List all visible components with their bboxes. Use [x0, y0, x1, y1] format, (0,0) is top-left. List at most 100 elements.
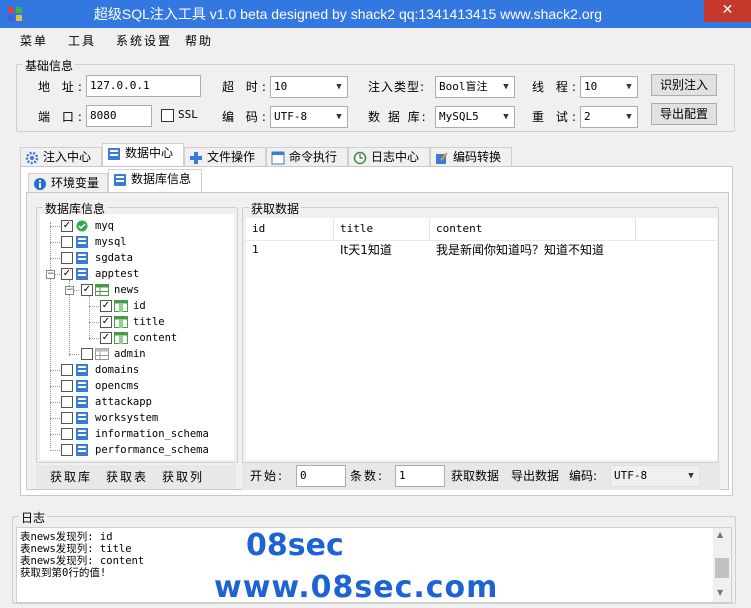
fetch-toolbar: 开始: 0 条数: 1 获取数据 导出数据 编码: UTF-8 ▼ [242, 463, 720, 490]
address-label: 地 址: [38, 80, 86, 94]
address-input[interactable]: 127.0.0.1 [86, 75, 201, 97]
tree-checkbox[interactable] [61, 412, 73, 424]
scrollbar-thumb[interactable] [715, 558, 729, 578]
tab-injection-center[interactable]: 注入中心 [20, 147, 102, 168]
column-icon [114, 332, 128, 344]
tree-node-label[interactable]: apptest [95, 266, 139, 282]
database-icon [76, 412, 88, 424]
tree-node-label[interactable]: news [114, 282, 139, 298]
tree-node-label[interactable]: domains [95, 362, 139, 378]
tree-checkbox[interactable] [61, 252, 73, 264]
database-select[interactable]: MySQL5 ▼ [435, 106, 515, 128]
data-grid[interactable]: id title content 1 It天1知道 我是新闻你知道吗？知道不知道 [246, 218, 717, 460]
chevron-down-icon[interactable]: ▼ [717, 588, 723, 597]
count-input[interactable]: 1 [395, 465, 445, 487]
gear-icon [25, 151, 39, 165]
chevron-up-icon[interactable]: ▲ [717, 530, 723, 539]
timeout-select[interactable]: 10 ▼ [270, 76, 348, 98]
tab-label: 编码转换 [453, 150, 502, 164]
tree-checkbox[interactable] [81, 348, 93, 360]
tree-checkbox[interactable]: ✓ [100, 332, 112, 344]
tree-node-label[interactable]: opencms [95, 378, 139, 394]
tree-node-label[interactable]: admin [114, 346, 146, 362]
tree-checkbox-myq[interactable]: ✓ [61, 220, 73, 232]
tree-node-label[interactable]: worksystem [95, 410, 158, 426]
identify-injection-button[interactable]: 识别注入 [651, 74, 717, 96]
database-icon [76, 236, 88, 248]
menu-item-tools[interactable]: 工具 [68, 32, 96, 50]
export-config-button[interactable]: 导出配置 [651, 103, 717, 125]
start-input[interactable]: 0 [296, 465, 346, 487]
inject-type-label: 注入类型: [368, 80, 426, 94]
column-header-title[interactable]: title [334, 218, 430, 240]
port-input[interactable]: 8080 [86, 105, 152, 127]
collapse-icon[interactable]: − [46, 270, 55, 279]
tree-node-label[interactable]: content [133, 330, 177, 346]
menu-item-settings[interactable]: 系统设置 [116, 32, 172, 50]
column-header-content[interactable]: content [430, 218, 636, 240]
tree-checkbox[interactable]: ✓ [61, 268, 73, 280]
menu-item-help[interactable]: 帮助 [185, 32, 213, 50]
column-icon [114, 300, 128, 312]
tab-database-info[interactable]: 数据库信息 [108, 169, 202, 192]
tree-checkbox[interactable] [61, 396, 73, 408]
tree-node-label[interactable]: attackapp [95, 394, 152, 410]
tab-log-center[interactable]: 日志中心 [348, 147, 430, 168]
tree-node-label[interactable]: sgdata [95, 250, 133, 266]
encoding-label: 编 码: [222, 110, 270, 124]
tree-node-label[interactable]: performance_schema [95, 442, 209, 458]
tree-checkbox[interactable]: ✓ [100, 300, 112, 312]
title-bar: 超级SQL注入工具 v1.0 beta designed by shack2 q… [0, 0, 751, 28]
get-columns-button[interactable]: 获取列 [162, 468, 204, 486]
menu-bar: 菜单 工具 系统设置 帮助 [0, 28, 751, 52]
table-cell-id[interactable]: 1 [246, 241, 334, 259]
data-encoding-select[interactable]: UTF-8 ▼ [610, 465, 700, 487]
tree-node-label[interactable]: myq [95, 218, 114, 234]
database-icon [76, 252, 88, 264]
tree-checkbox[interactable]: ✓ [81, 284, 93, 296]
export-data-button[interactable]: 导出数据 [511, 467, 559, 485]
close-button[interactable]: ✕ [704, 0, 751, 22]
tree-node-label[interactable]: title [133, 314, 165, 330]
get-tables-button[interactable]: 获取表 [106, 468, 148, 486]
threads-value: 10 [584, 80, 598, 93]
tree-checkbox[interactable] [61, 380, 73, 392]
tree-node-label[interactable]: mysql [95, 234, 127, 250]
tab-encoding-convert[interactable]: 编码转换 [430, 147, 512, 168]
tree-checkbox[interactable] [61, 428, 73, 440]
table-cell-title[interactable]: It天1知道 [334, 241, 430, 259]
ssl-checkbox[interactable] [161, 109, 174, 122]
tree-node-label[interactable]: information_schema [95, 426, 209, 442]
timeout-value: 10 [274, 80, 288, 93]
column-header-id[interactable]: id [246, 218, 334, 240]
tree-checkbox[interactable]: ✓ [100, 316, 112, 328]
menu-item-menu[interactable]: 菜单 [20, 32, 48, 50]
tab-file-operations[interactable]: 文件操作 [184, 147, 266, 168]
encoding-select[interactable]: UTF-8 ▼ [270, 106, 348, 128]
tree-checkbox[interactable] [61, 236, 73, 248]
log-line: 表news发现列: title [20, 543, 132, 555]
chevron-down-icon: ▼ [626, 112, 632, 122]
get-databases-button[interactable]: 获取库 [50, 468, 92, 486]
tab-command-exec[interactable]: 命令执行 [266, 147, 348, 168]
retry-value: 2 [584, 110, 591, 123]
data-encoding-value: UTF-8 [614, 469, 648, 482]
table-cell-content[interactable]: 我是新闻你知道吗？知道不知道 [430, 241, 710, 259]
retry-label: 重 试: [532, 110, 580, 124]
tree-checkbox[interactable] [61, 364, 73, 376]
ssl-label: SSL [178, 108, 198, 121]
inject-type-select[interactable]: Bool盲注 ▼ [435, 76, 515, 98]
collapse-icon[interactable]: − [65, 286, 74, 295]
log-scrollbar[interactable]: ▲ ▼ [713, 528, 731, 602]
tree-node-label[interactable]: id [133, 298, 146, 314]
chevron-down-icon: ▼ [336, 112, 342, 122]
tab-environment-vars[interactable]: 环境变量 [28, 173, 108, 194]
db-tree[interactable]: − − ✓ myq mysql sgdata ✓ apptest ✓ news … [40, 214, 234, 460]
tab-data-center[interactable]: 数据中心 [102, 143, 184, 166]
tree-checkbox[interactable] [61, 444, 73, 456]
retry-select[interactable]: 2 ▼ [580, 106, 638, 128]
threads-label: 线 程: [532, 80, 580, 94]
fetch-data-button[interactable]: 获取数据 [451, 467, 499, 485]
chevron-down-icon: ▼ [503, 82, 509, 92]
threads-select[interactable]: 10 ▼ [580, 76, 638, 98]
